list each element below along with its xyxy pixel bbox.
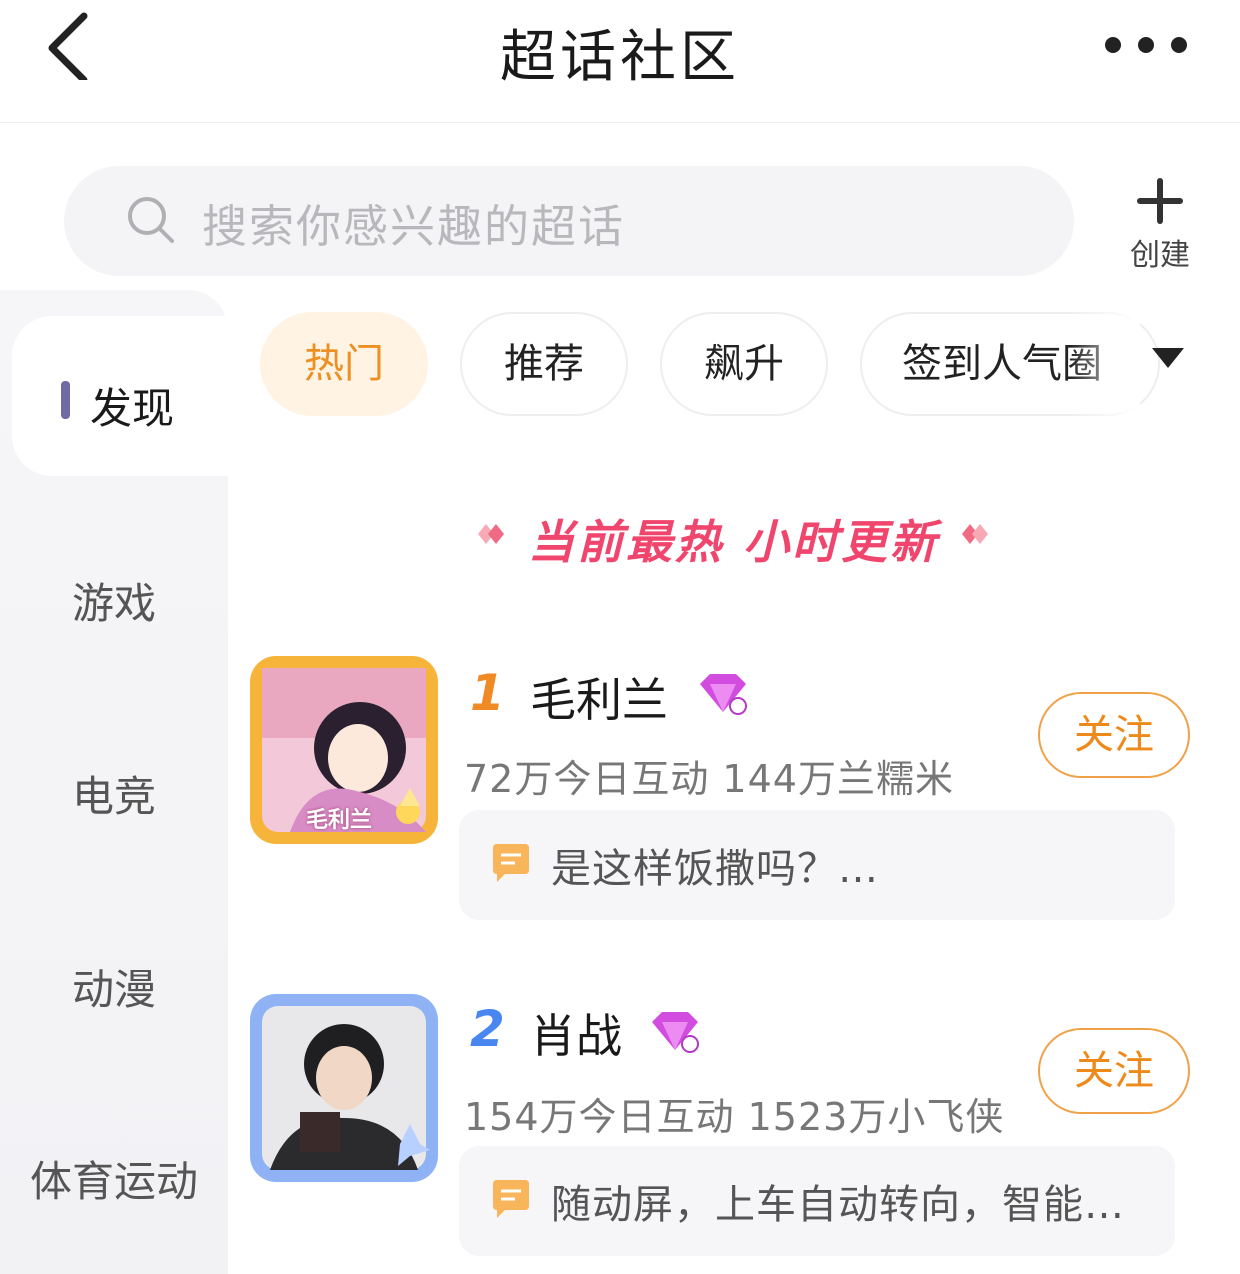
sidebar-item-anime[interactable]: 动漫 xyxy=(0,956,228,1017)
create-label: 创建 xyxy=(1130,238,1190,273)
follow-button[interactable]: 关注 xyxy=(1038,1028,1190,1114)
search-input[interactable]: 搜索你感兴趣的超话 xyxy=(64,166,1074,276)
topic-stats: 72万今日互动 144万兰糯米 xyxy=(464,757,954,801)
sidebar-item-games[interactable]: 游戏 xyxy=(0,570,228,631)
post-text: 随动屏，上车自动转向，智能… xyxy=(551,1182,1125,1228)
avatar-caption: 毛利兰 xyxy=(306,808,373,833)
rank-number: 2 xyxy=(470,1000,505,1058)
topic-name[interactable]: 毛利兰 xyxy=(530,664,668,730)
latest-post-preview[interactable]: 随动屏，上车自动转向，智能… xyxy=(459,1146,1175,1256)
tab-hot[interactable]: 热门 xyxy=(260,312,428,416)
more-dots-icon[interactable] xyxy=(1104,36,1188,54)
follow-button[interactable]: 关注 xyxy=(1038,692,1190,778)
search-placeholder: 搜索你感兴趣的超话 xyxy=(202,200,626,253)
topic-name[interactable]: 肖战 xyxy=(530,1000,622,1066)
topic-avatar[interactable]: 毛利兰 xyxy=(250,656,438,844)
diamond-badge-icon xyxy=(700,674,747,715)
topic-stats: 154万今日互动 1523万小飞侠 xyxy=(464,1095,1005,1139)
rank-number: 1 xyxy=(470,664,505,722)
latest-post-preview[interactable]: 是这样饭撒吗？… xyxy=(459,810,1175,920)
topic-avatar[interactable] xyxy=(250,994,438,1182)
banner-text: 当前最热 小时更新 xyxy=(528,515,940,569)
comment-icon xyxy=(493,1180,529,1218)
sidebar-item-sports[interactable]: 体育运动 xyxy=(0,1148,228,1209)
top-bar: 超话社区 xyxy=(0,0,1240,123)
avatar-image xyxy=(250,994,438,1182)
plus-icon xyxy=(1137,178,1183,224)
post-text: 是这样饭撒吗？… xyxy=(551,846,879,892)
active-indicator xyxy=(61,381,70,419)
sidebar-item-label: 发现 xyxy=(90,384,175,433)
diamond-ornament-icon xyxy=(478,524,504,544)
tab-fade xyxy=(1070,306,1140,422)
dropdown-arrow-icon[interactable] xyxy=(1150,346,1186,370)
search-icon xyxy=(128,197,174,243)
diamond-ornament-icon xyxy=(962,524,988,544)
diamond-badge-icon xyxy=(652,1012,699,1053)
create-button[interactable]: 创建 xyxy=(1118,178,1202,273)
comment-icon xyxy=(493,844,529,882)
page-title: 超话社区 xyxy=(500,25,740,90)
hot-banner: 当前最热 小时更新 xyxy=(466,506,1006,569)
tab-recommend[interactable]: 推荐 xyxy=(460,312,628,416)
sidebar-item-esports[interactable]: 电竞 xyxy=(0,763,228,824)
tab-rising[interactable]: 飙升 xyxy=(660,312,828,416)
